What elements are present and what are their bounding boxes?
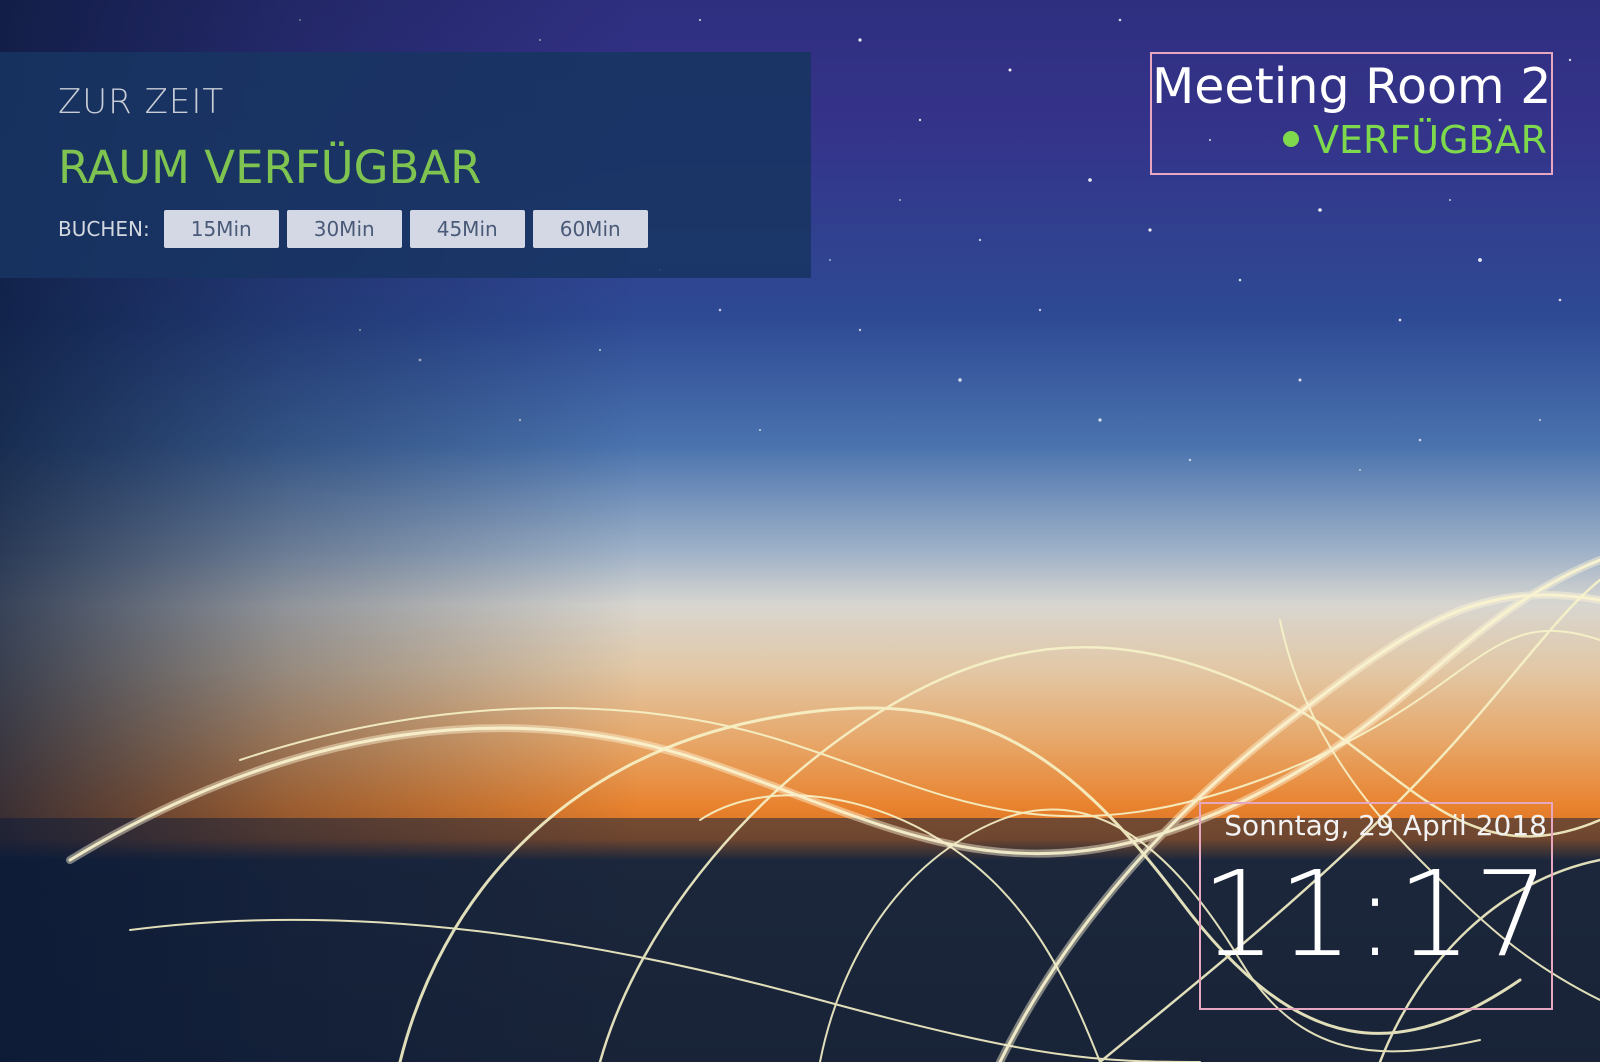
booking-options: BUCHEN: 15Min 30Min 45Min 60Min <box>58 210 656 248</box>
room-name: Meeting Room 2 <box>1152 58 1552 115</box>
room-status: VERFÜGBAR <box>1152 116 1547 164</box>
booking-label: BUCHEN: <box>58 217 150 241</box>
room-availability-status: RAUM VERFÜGBAR <box>58 141 482 194</box>
book-30min-button[interactable]: 30Min <box>286 210 402 248</box>
current-time: 11:17 <box>1201 845 1552 983</box>
current-status-panel: ZUR ZEIT RAUM VERFÜGBAR BUCHEN: 15Min 30… <box>0 52 811 278</box>
current-date: Sonntag, 29 April 2018 <box>1224 809 1547 842</box>
book-15min-button[interactable]: 15Min <box>163 210 279 248</box>
status-caption: ZUR ZEIT <box>58 82 225 122</box>
room-display-screen: ZUR ZEIT RAUM VERFÜGBAR BUCHEN: 15Min 30… <box>0 0 1600 1062</box>
status-dot-icon <box>1283 130 1299 147</box>
book-45min-button[interactable]: 45Min <box>409 210 525 248</box>
room-info: Meeting Room 2 VERFÜGBAR <box>1150 52 1553 175</box>
clock-widget: Sonntag, 29 April 2018 11:17 <box>1199 802 1553 1010</box>
room-status-label: VERFÜGBAR <box>1313 118 1547 162</box>
book-60min-button[interactable]: 60Min <box>532 210 648 248</box>
